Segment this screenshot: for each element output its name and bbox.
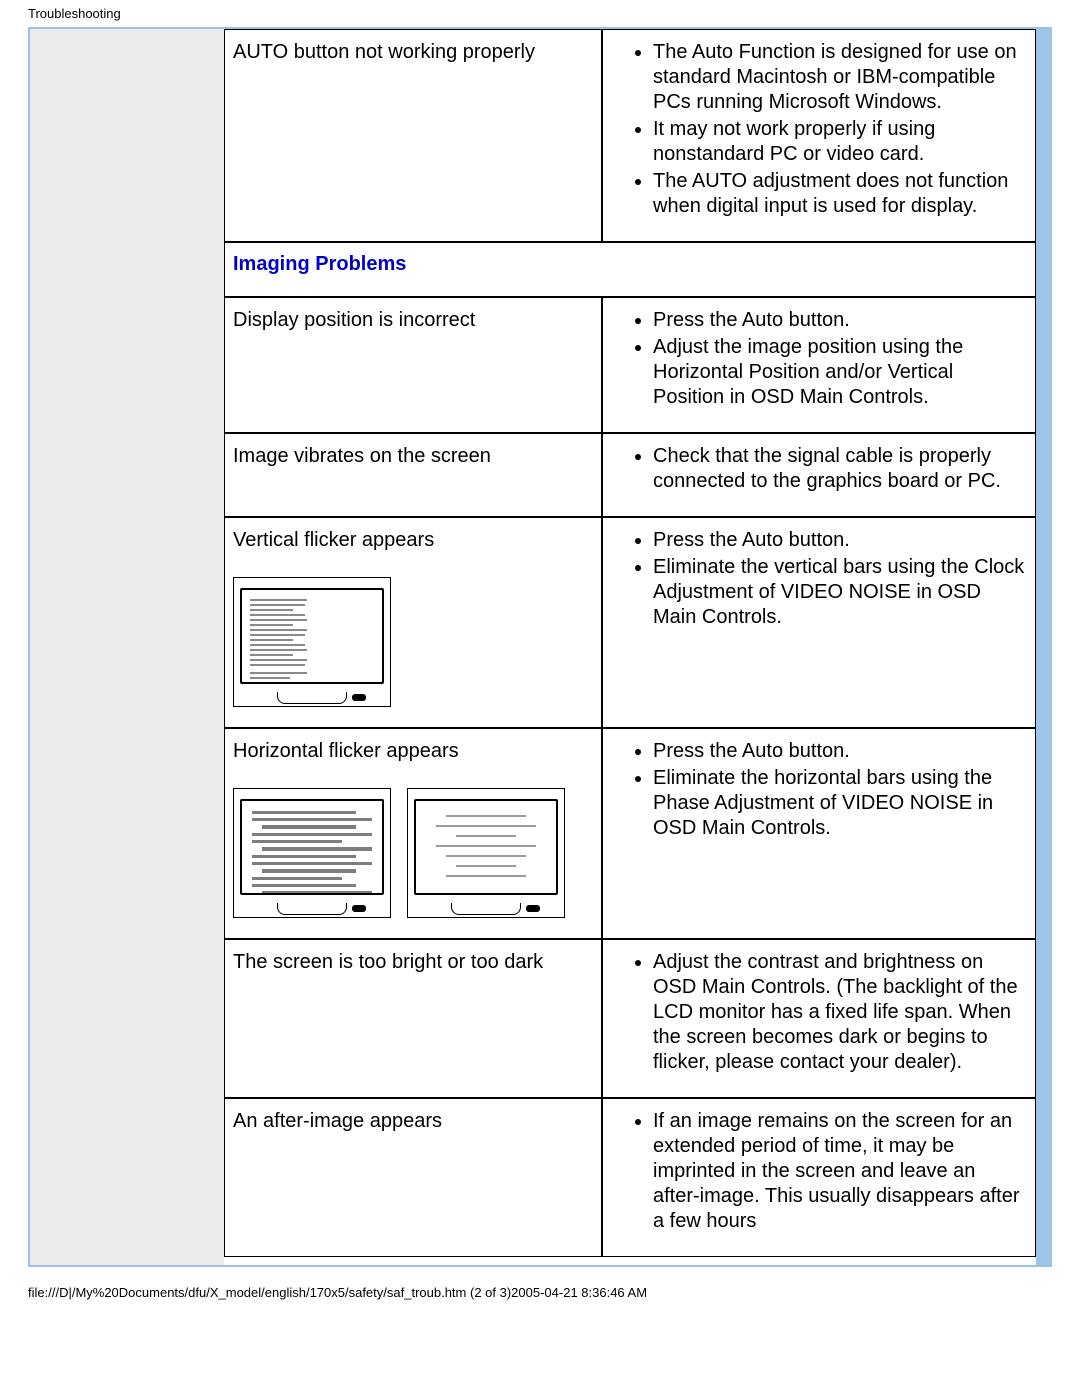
table-row: Vertical flicker appears <box>224 517 1036 728</box>
monitor-vertical-flicker-icon <box>233 577 391 707</box>
table-row: Display position is incorrect Press the … <box>224 297 1036 433</box>
solution-list: The Auto Function is designed for use on… <box>611 40 1027 219</box>
section-cell: Imaging Problems <box>224 242 1036 297</box>
list-item: The Auto Function is designed for use on… <box>653 40 1027 115</box>
problem-label: Vertical flicker appears <box>233 528 593 553</box>
problem-label: Horizontal flicker appears <box>233 739 593 764</box>
monitor-horizontal-flicker-clean-icon <box>407 788 565 918</box>
monitor-horizontal-flicker-noisy-icon <box>233 788 391 918</box>
problem-cell-bright: The screen is too bright or too dark <box>224 939 602 1098</box>
problem-label: The screen is too bright or too dark <box>233 950 593 975</box>
list-item: Eliminate the horizontal bars using the … <box>653 766 1027 841</box>
problem-label: Image vibrates on the screen <box>233 444 593 469</box>
list-item: If an image remains on the screen for an… <box>653 1109 1027 1234</box>
solution-cell-hflicker: Press the Auto button. Eliminate the hor… <box>602 728 1036 939</box>
list-item: Press the Auto button. <box>653 739 1027 764</box>
troubleshooting-table: AUTO button not working properly The Aut… <box>224 29 1036 1257</box>
list-item: Press the Auto button. <box>653 308 1027 333</box>
problem-cell-position: Display position is incorrect <box>224 297 602 433</box>
solution-list: Press the Auto button. Eliminate the ver… <box>611 528 1027 630</box>
page-footer-path: file:///D|/My%20Documents/dfu/X_model/en… <box>0 1279 1080 1310</box>
table-row: An after-image appears If an image remai… <box>224 1098 1036 1257</box>
list-item: It may not work properly if using nonsta… <box>653 117 1027 167</box>
solution-list: If an image remains on the screen for an… <box>611 1109 1027 1234</box>
table-row: Horizontal flicker appears <box>224 728 1036 939</box>
document-frame: AUTO button not working properly The Aut… <box>28 27 1052 1267</box>
solution-cell-vflicker: Press the Auto button. Eliminate the ver… <box>602 517 1036 728</box>
illustration-row <box>233 788 593 918</box>
table-row: AUTO button not working properly The Aut… <box>224 29 1036 242</box>
table-row: Image vibrates on the screen Check that … <box>224 433 1036 517</box>
section-title-imaging: Imaging Problems <box>233 253 406 275</box>
solution-list: Press the Auto button. Adjust the image … <box>611 308 1027 410</box>
problem-cell-vibrate: Image vibrates on the screen <box>224 433 602 517</box>
list-item: Check that the signal cable is properly … <box>653 444 1027 494</box>
left-sidebar <box>30 29 224 1265</box>
list-item: Eliminate the vertical bars using the Cl… <box>653 555 1027 630</box>
problem-cell-auto: AUTO button not working properly <box>224 29 602 242</box>
list-item: Adjust the image position using the Hori… <box>653 335 1027 410</box>
list-item: The AUTO adjustment does not function wh… <box>653 169 1027 219</box>
right-rail <box>1036 29 1050 1265</box>
problem-label: An after-image appears <box>233 1109 593 1134</box>
problem-cell-vflicker: Vertical flicker appears <box>224 517 602 728</box>
list-item: Adjust the contrast and brightness on OS… <box>653 950 1027 1075</box>
problem-cell-afterimage: An after-image appears <box>224 1098 602 1257</box>
content-area: AUTO button not working properly The Aut… <box>224 29 1036 1265</box>
solution-list: Check that the signal cable is properly … <box>611 444 1027 494</box>
table-row: Imaging Problems <box>224 242 1036 297</box>
solution-cell-bright: Adjust the contrast and brightness on OS… <box>602 939 1036 1098</box>
solution-list: Press the Auto button. Eliminate the hor… <box>611 739 1027 841</box>
problem-cell-hflicker: Horizontal flicker appears <box>224 728 602 939</box>
problem-label: AUTO button not working properly <box>233 40 593 65</box>
problem-label: Display position is incorrect <box>233 308 593 333</box>
page-header-title: Troubleshooting <box>0 0 1080 27</box>
table-row: The screen is too bright or too dark Adj… <box>224 939 1036 1098</box>
solution-cell-position: Press the Auto button. Adjust the image … <box>602 297 1036 433</box>
list-item: Press the Auto button. <box>653 528 1027 553</box>
solution-cell-vibrate: Check that the signal cable is properly … <box>602 433 1036 517</box>
solution-cell-auto: The Auto Function is designed for use on… <box>602 29 1036 242</box>
solution-cell-afterimage: If an image remains on the screen for an… <box>602 1098 1036 1257</box>
illustration-row <box>233 577 593 707</box>
solution-list: Adjust the contrast and brightness on OS… <box>611 950 1027 1075</box>
